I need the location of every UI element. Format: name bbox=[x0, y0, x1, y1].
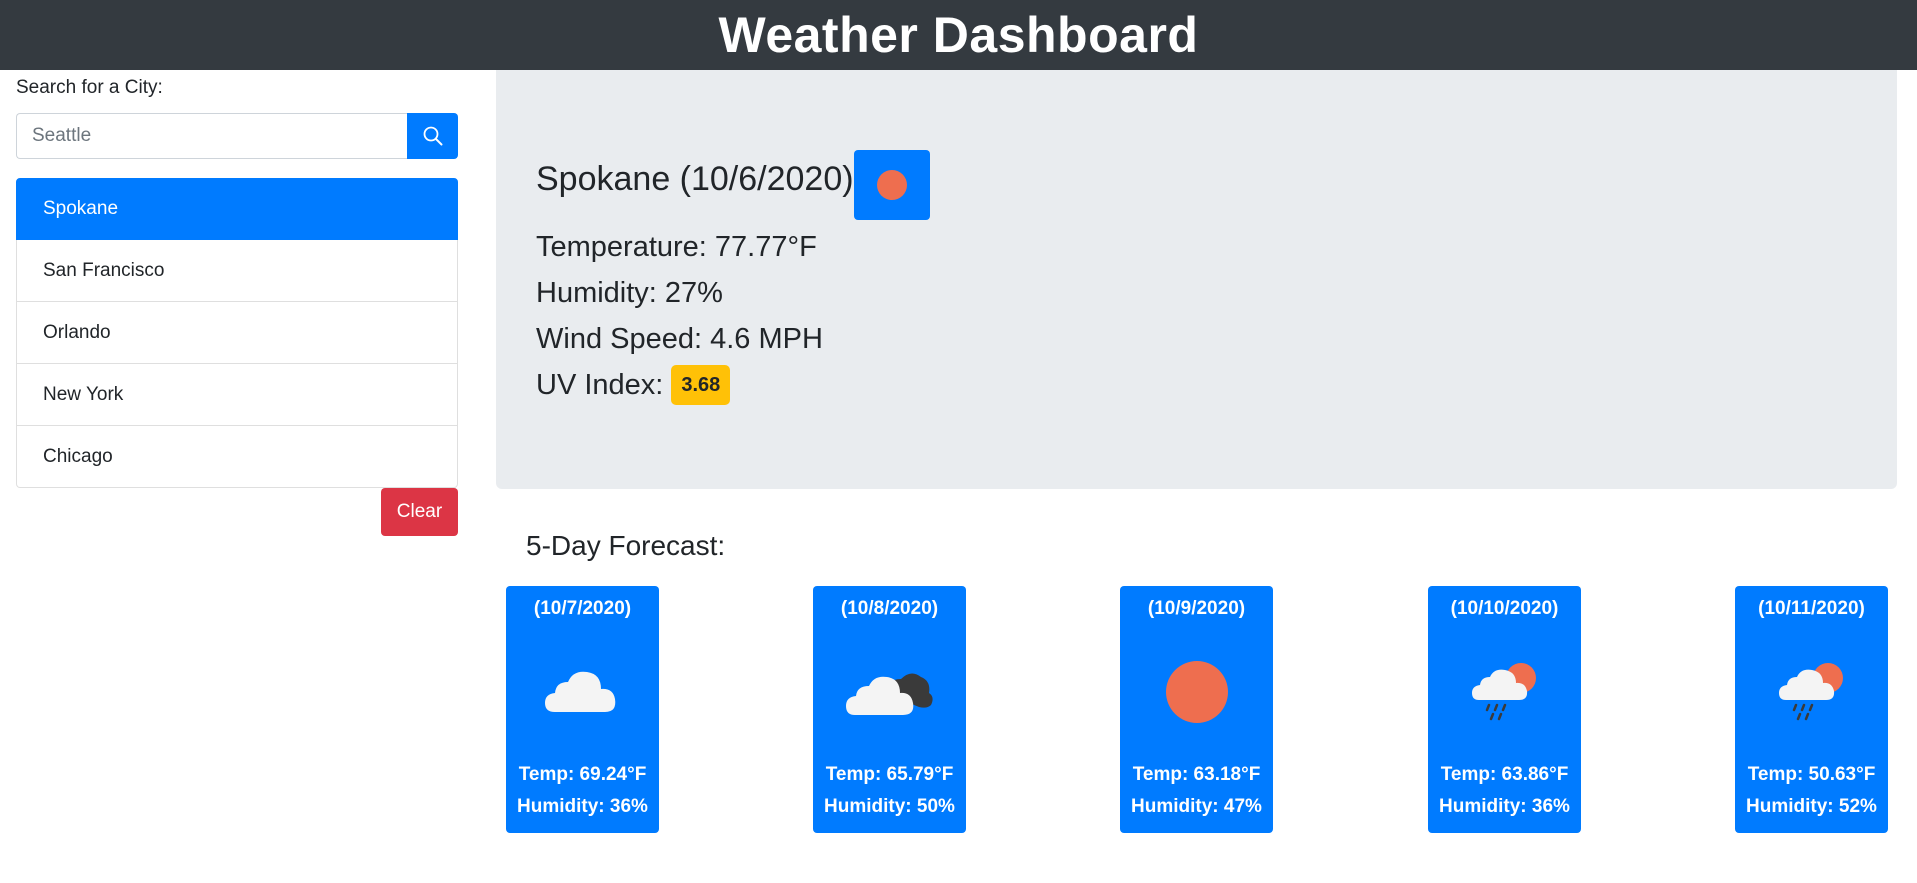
current-uv-row: UV Index: 3.68 bbox=[536, 362, 1897, 408]
forecast-temp: Temp: 63.86°F bbox=[1440, 764, 1569, 785]
city-item-label: New York bbox=[43, 383, 124, 405]
city-item-label: Orlando bbox=[43, 321, 111, 343]
city-item-spokane[interactable]: Spokane bbox=[16, 178, 458, 240]
clear-row: Clear bbox=[16, 488, 458, 536]
forecast-humidity: Humidity: 36% bbox=[517, 796, 648, 817]
search-input[interactable] bbox=[16, 113, 407, 159]
city-item-new-york[interactable]: New York bbox=[16, 364, 458, 426]
forecast-temp: Temp: 50.63°F bbox=[1747, 764, 1876, 785]
city-item-san-francisco[interactable]: San Francisco bbox=[16, 240, 458, 302]
search-label: Search for a City: bbox=[16, 77, 163, 98]
forecast-card: (10/8/2020) Temp: 65.79°F Humidity: 50% bbox=[813, 586, 966, 833]
sun-icon bbox=[1165, 660, 1229, 724]
cloud-icon bbox=[543, 662, 623, 722]
forecast-date: (10/10/2020) bbox=[1450, 598, 1559, 619]
uv-badge: 3.68 bbox=[671, 365, 731, 405]
forecast-temp: Temp: 63.18°F bbox=[1132, 764, 1261, 785]
forecast-date: (10/7/2020) bbox=[533, 598, 632, 619]
forecast-title: 5-Day Forecast: bbox=[526, 530, 726, 561]
forecast-card: (10/7/2020) Temp: 69.24°F Humidity: 36% bbox=[506, 586, 659, 833]
forecast-card: (10/9/2020) Temp: 63.18°F Humidity: 47% bbox=[1120, 586, 1273, 833]
forecast-humidity: Humidity: 36% bbox=[1439, 796, 1570, 817]
sun-icon bbox=[876, 169, 908, 201]
city-history-list: Spokane San Francisco Orlando New York C… bbox=[16, 178, 458, 488]
broken-clouds-icon bbox=[845, 661, 935, 723]
clear-button[interactable]: Clear bbox=[381, 488, 458, 536]
current-city-title: Spokane (10/6/2020) bbox=[536, 160, 854, 198]
forecast-temp: Temp: 69.24°F bbox=[518, 764, 647, 785]
current-weather-icon-box bbox=[853, 150, 930, 220]
search-icon bbox=[422, 125, 444, 147]
forecast-date: (10/8/2020) bbox=[840, 598, 939, 619]
current-heading: Spokane (10/6/2020) bbox=[536, 150, 1897, 224]
current-humidity: Humidity: 27% bbox=[536, 277, 723, 309]
forecast-icon-wrap bbox=[506, 642, 659, 742]
uv-label: UV Index: bbox=[536, 369, 664, 401]
city-item-label: Chicago bbox=[43, 445, 113, 467]
forecast-date: (10/9/2020) bbox=[1147, 598, 1246, 619]
header-bar: Weather Dashboard bbox=[0, 0, 1917, 70]
forecast-icon-wrap bbox=[1428, 642, 1581, 742]
forecast-icon-wrap bbox=[813, 642, 966, 742]
current-weather-panel: Spokane (10/6/2020) Temperature: 77.77°F… bbox=[496, 70, 1897, 489]
forecast-card: (10/10/2020) Temp: 63.86°F Humidity: 36% bbox=[1428, 586, 1581, 833]
city-item-label: San Francisco bbox=[43, 259, 165, 281]
forecast-icon-wrap bbox=[1120, 642, 1273, 742]
city-item-orlando[interactable]: Orlando bbox=[16, 302, 458, 364]
search-button[interactable] bbox=[407, 113, 458, 159]
page-title: Weather Dashboard bbox=[718, 7, 1199, 63]
current-wind-speed: Wind Speed: 4.6 MPH bbox=[536, 323, 823, 355]
city-item-label: Spokane bbox=[43, 198, 119, 219]
search-group bbox=[16, 113, 458, 159]
forecast-date: (10/11/2020) bbox=[1758, 598, 1865, 619]
forecast-icon-wrap bbox=[1735, 642, 1888, 742]
forecast-humidity: Humidity: 50% bbox=[824, 796, 955, 817]
city-item-chicago[interactable]: Chicago bbox=[16, 426, 458, 488]
forecast-humidity: Humidity: 47% bbox=[1131, 796, 1262, 817]
forecast-card: (10/11/2020) Temp: 50.63°F Humidity: 52% bbox=[1735, 586, 1888, 833]
forecast-temp: Temp: 65.79°F bbox=[825, 764, 954, 785]
sidebar: Search for a City: Spokane San Francisco… bbox=[16, 70, 458, 536]
current-temperature: Temperature: 77.77°F bbox=[536, 231, 817, 263]
rain-sun-icon bbox=[1471, 660, 1539, 724]
rain-sun-icon bbox=[1778, 660, 1846, 724]
forecast-humidity: Humidity: 52% bbox=[1746, 796, 1877, 817]
